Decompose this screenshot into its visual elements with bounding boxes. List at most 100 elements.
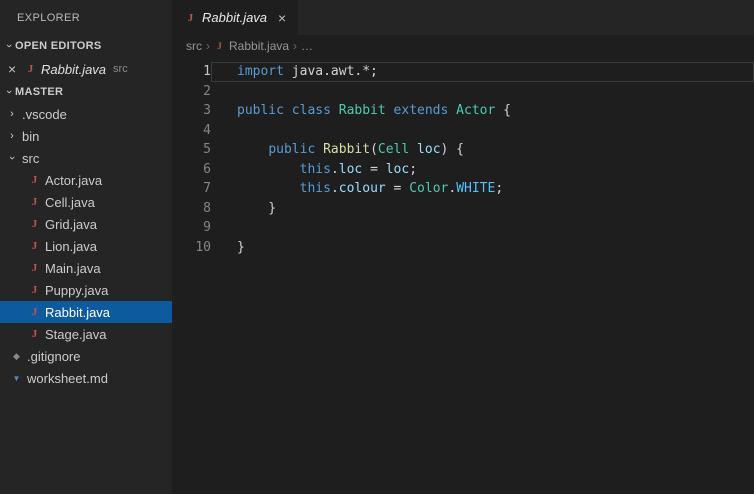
code-editor[interactable]: 1 import java.awt.*; 2 3 public class Ra… [172, 57, 754, 494]
code-token: colour [338, 181, 386, 196]
code-line: 8 } [172, 199, 754, 219]
file-label: Main.java [45, 260, 101, 276]
file-label: .gitignore [27, 348, 81, 364]
file-label: Actor.java [45, 172, 103, 188]
code-line-text: this.loc = loc; [211, 160, 754, 180]
code-token: this [299, 161, 331, 177]
java-icon: J [31, 240, 38, 252]
code-token: Rabbit [323, 142, 371, 157]
line-number: 1 [203, 64, 211, 79]
git-icon: ◆ [13, 350, 20, 361]
open-editor-file-path: src [113, 63, 128, 75]
folder-label: .vscode [22, 106, 67, 122]
tree-folder-vscode[interactable]: › .vscode [0, 103, 172, 125]
code-token: . [330, 181, 339, 196]
breadcrumb-ellipsis[interactable]: … [301, 39, 313, 53]
tab-bar: J Rabbit.java × [172, 0, 754, 35]
open-editors-header[interactable]: › OPEN EDITORS [0, 35, 172, 57]
code-line-text: } [211, 199, 754, 219]
code-token: . [448, 181, 457, 196]
code-token: Cell [377, 142, 410, 157]
tree-file-stage-java[interactable]: J Stage.java [0, 323, 172, 345]
code-token: ; [495, 181, 504, 196]
file-label: Puppy.java [45, 282, 109, 298]
java-icon: J [31, 306, 38, 318]
close-icon[interactable]: × [278, 10, 286, 26]
code-line-text: } [211, 238, 754, 258]
tree-file-actor-java[interactable]: J Actor.java [0, 169, 172, 191]
code-token: loc [385, 161, 410, 177]
file-label: Cell.java [45, 194, 95, 210]
tree-folder-bin[interactable]: › bin [0, 125, 172, 147]
code-line: 4 [172, 121, 754, 141]
tree-file-rabbit-java[interactable]: J Rabbit.java [0, 301, 172, 323]
file-label: worksheet.md [27, 370, 108, 386]
code-token: ( [370, 142, 378, 157]
line-number: 8 [203, 200, 211, 216]
chevron-right-icon: › [293, 39, 298, 53]
tree-file-grid-java[interactable]: J Grid.java [0, 213, 172, 235]
code-line: 5 public Rabbit(Cell loc) { [172, 140, 754, 160]
tree-folder-src[interactable]: › src [0, 147, 172, 169]
java-icon: J [31, 284, 38, 296]
chevron-right-icon: › [10, 108, 14, 120]
tree-file-gitignore[interactable]: ◆ .gitignore [0, 345, 172, 367]
code-line-text: import java.awt.*; [211, 62, 754, 82]
line-number: 4 [203, 122, 211, 138]
code-token: = [385, 181, 410, 196]
java-icon: J [187, 11, 194, 24]
breadcrumb-file[interactable]: Rabbit.java [229, 39, 289, 53]
code-line: 2 [172, 82, 754, 102]
java-icon: J [31, 196, 38, 208]
code-line: 10 } [172, 238, 754, 258]
folder-label: bin [22, 128, 40, 144]
code-token: WHITE [456, 181, 496, 196]
java-icon: J [31, 218, 38, 230]
code-token: = [362, 161, 386, 177]
line-number: 5 [203, 142, 211, 157]
file-label: Stage.java [45, 326, 107, 342]
code-token: this [299, 181, 331, 196]
line-number: 6 [203, 161, 211, 177]
tree-file-main-java[interactable]: J Main.java [0, 257, 172, 279]
line-number: 9 [203, 220, 211, 235]
tree-file-cell-java[interactable]: J Cell.java [0, 191, 172, 213]
code-token: public class [237, 103, 339, 118]
breadcrumb: src › J Rabbit.java › … [172, 35, 754, 57]
tree-file-lion-java[interactable]: J Lion.java [0, 235, 172, 257]
java-icon: J [31, 174, 38, 186]
close-icon[interactable]: × [8, 61, 24, 77]
code-token: { [495, 103, 511, 118]
code-line-text: public class Rabbit extends Actor { [211, 101, 754, 121]
line-number: 7 [203, 181, 211, 196]
code-token: Rabbit [338, 103, 386, 118]
code-line: 3 public class Rabbit extends Actor { [172, 101, 754, 121]
code-line-text: public Rabbit(Cell loc) { [211, 140, 754, 160]
code-token: Color [409, 181, 449, 196]
code-line: 6 this.loc = loc; [172, 160, 754, 180]
line-number: 3 [203, 103, 211, 118]
workspace-header-master[interactable]: › MASTER [0, 81, 172, 103]
tab-rabbit-java[interactable]: J Rabbit.java × [172, 0, 299, 35]
chevron-right-icon: › [10, 130, 14, 142]
vscode-window: EXPLORER › OPEN EDITORS × J Rabbit.java … [0, 0, 754, 494]
code-token: public [268, 142, 324, 157]
code-token: Actor [456, 103, 496, 118]
open-editor-item-rabbit[interactable]: × J Rabbit.java src [0, 57, 172, 81]
code-line: 9 [172, 218, 754, 238]
code-token: ) { [440, 142, 465, 157]
code-token: import [237, 64, 284, 79]
workspace-label: MASTER [15, 86, 64, 98]
line-number: 10 [195, 239, 211, 255]
breadcrumb-src[interactable]: src [186, 39, 202, 53]
code-line-text: this.colour = Color.WHITE; [211, 179, 754, 199]
tree-file-worksheet-md[interactable]: ▼ worksheet.md [0, 367, 172, 389]
tree-file-puppy-java[interactable]: J Puppy.java [0, 279, 172, 301]
code-token: . [330, 161, 339, 177]
